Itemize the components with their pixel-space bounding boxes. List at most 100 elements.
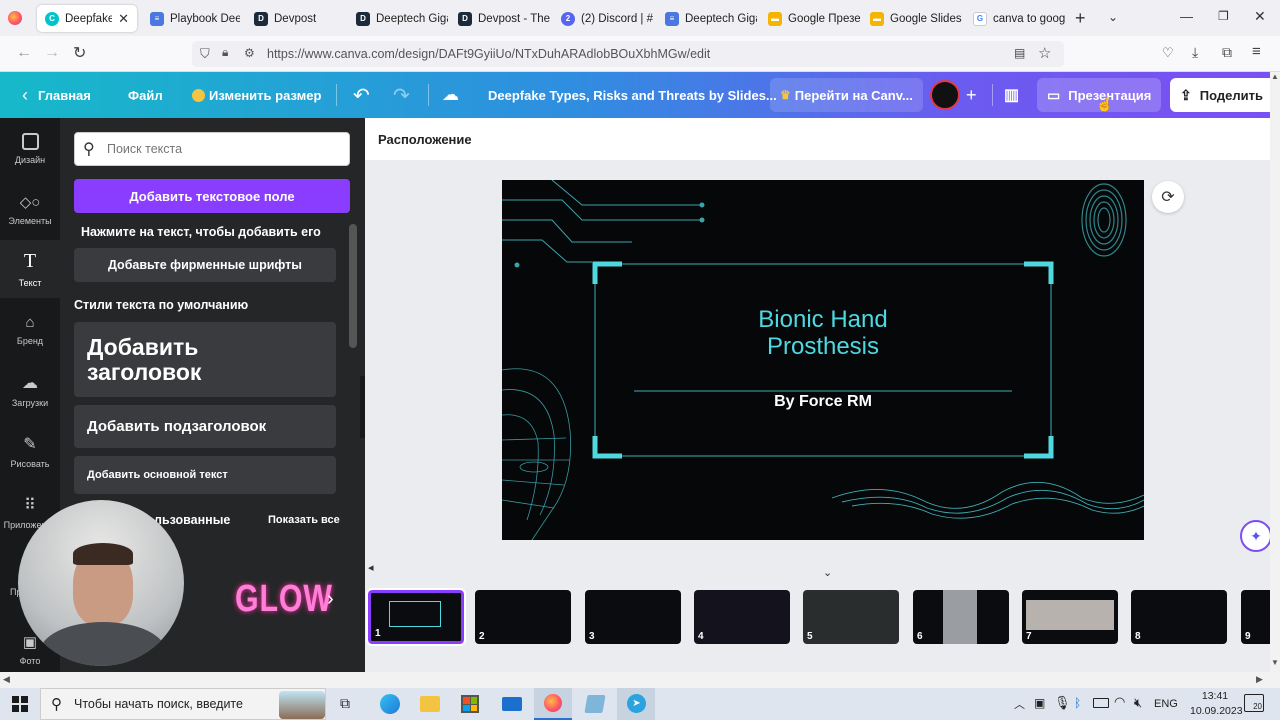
firefox-taskbar-icon[interactable] bbox=[534, 688, 572, 720]
scroll-down-icon[interactable]: ▼ bbox=[1271, 658, 1279, 667]
wifi-icon[interactable]: ◠ bbox=[1114, 694, 1125, 710]
page-thumbnail[interactable]: 1 bbox=[366, 588, 466, 646]
extensions-icon[interactable]: ⧉ bbox=[1222, 44, 1232, 61]
redo-icon[interactable]: ↷ bbox=[393, 72, 410, 118]
page-thumbnail[interactable]: 8 bbox=[1131, 590, 1227, 644]
refresh-design-icon[interactable]: ⟳ bbox=[1152, 181, 1184, 213]
mail-taskbar-icon[interactable] bbox=[502, 697, 522, 711]
firefox-menu-icon[interactable] bbox=[8, 11, 22, 25]
resize-button[interactable]: Изменить размер bbox=[192, 72, 321, 118]
rail-item-text[interactable]: T Текст bbox=[0, 240, 60, 298]
rail-item-draw[interactable]: ✎ Рисовать bbox=[0, 422, 60, 480]
pocket-icon[interactable]: ♡ bbox=[1162, 45, 1174, 61]
add-heading-button[interactable]: Добавить заголовок bbox=[74, 322, 336, 397]
telegram-taskbar-icon[interactable]: ➤ bbox=[617, 688, 655, 720]
brand-fonts-button[interactable]: Добавьте фирменные шрифты bbox=[74, 248, 336, 282]
undo-icon[interactable]: ↶ bbox=[353, 72, 370, 118]
shield-icon[interactable]: ⛉ bbox=[200, 46, 210, 62]
browser-tab[interactable]: D Devpost - The bbox=[450, 5, 550, 32]
task-view-icon[interactable]: ⧉ bbox=[340, 695, 350, 712]
browser-tab[interactable]: ▬ Google Slides bbox=[862, 5, 962, 32]
page-thumbnail[interactable]: 4 bbox=[694, 590, 790, 644]
show-all-link[interactable]: Показать все bbox=[268, 514, 340, 526]
chevron-right-icon[interactable]: › bbox=[327, 588, 334, 611]
tray-app-icon[interactable]: ▣ bbox=[1034, 696, 1045, 710]
page-thumbnail[interactable]: 5 bbox=[803, 590, 899, 644]
restore-window-icon[interactable]: ❐ bbox=[1218, 9, 1229, 23]
browser-tab[interactable]: 2 (2) Discord | # bbox=[553, 5, 653, 32]
document-title[interactable]: Deepfake Types, Risks and Threats by Sli… bbox=[488, 72, 777, 118]
permissions-icon[interactable]: ⚙ bbox=[244, 46, 255, 60]
upgrade-button[interactable]: ♛ Перейти на Canv... bbox=[770, 78, 923, 112]
reload-icon[interactable]: ↻ bbox=[73, 43, 86, 63]
magic-assistant-icon[interactable]: ✦ bbox=[1240, 520, 1272, 552]
page-scrollbar[interactable]: ▲ ▼ bbox=[1270, 72, 1280, 688]
tray-chevron-icon[interactable]: ︿ bbox=[1014, 696, 1025, 712]
browser-tab[interactable]: D Devpost bbox=[246, 5, 344, 32]
scroll-up-icon[interactable]: ▲ bbox=[1271, 72, 1279, 81]
volume-icon[interactable]: 🔇︎ bbox=[1134, 695, 1142, 711]
forward-icon[interactable]: → bbox=[44, 44, 60, 62]
avatar[interactable] bbox=[930, 80, 960, 110]
rail-item-design[interactable]: Дизайн bbox=[0, 120, 60, 178]
notifications-icon[interactable]: 20 bbox=[1244, 694, 1264, 712]
back-icon[interactable]: ← bbox=[16, 44, 32, 62]
glow-text-preset[interactable]: GLOW bbox=[235, 578, 333, 621]
browser-tab[interactable]: D Deeptech Giga bbox=[348, 5, 448, 32]
scroll-left-icon[interactable]: ◀ bbox=[3, 674, 10, 685]
lock-icon[interactable]: 🔒︎ bbox=[222, 45, 228, 60]
page-thumbnail[interactable]: 3 bbox=[585, 590, 681, 644]
explorer-taskbar-icon[interactable] bbox=[420, 696, 440, 712]
taskbar-search[interactable]: ⚲ Чтобы начать поиск, введите bbox=[40, 688, 326, 720]
browser-tab[interactable]: ≡ Playbook Deep bbox=[142, 5, 240, 32]
close-window-icon[interactable]: ✕ bbox=[1254, 8, 1266, 25]
url-text[interactable]: https://www.canva.com/design/DAFt9GyiiUo… bbox=[267, 47, 710, 61]
downloads-icon[interactable]: ⤓ bbox=[1192, 44, 1198, 61]
search-text-field[interactable]: ⚲ bbox=[74, 132, 350, 166]
rail-item-uploads[interactable]: ☁ Загрузки bbox=[0, 361, 60, 419]
page-thumbnail[interactable]: 2 bbox=[475, 590, 571, 644]
position-button[interactable]: Расположение bbox=[378, 132, 472, 147]
collapse-pages-icon[interactable]: ⌄ bbox=[823, 566, 832, 579]
page-thumbnail[interactable]: 6 bbox=[913, 590, 1009, 644]
notepad-taskbar-icon[interactable] bbox=[584, 695, 606, 713]
add-body-button[interactable]: Добавить основной текст bbox=[74, 456, 336, 494]
slide-author[interactable]: By Force RM bbox=[502, 393, 1144, 411]
slide-canvas[interactable]: Bionic Hand Prosthesis By Force RM bbox=[502, 180, 1144, 540]
search-input[interactable] bbox=[107, 139, 337, 159]
rail-item-elements[interactable]: ◇○ Элементы bbox=[0, 180, 60, 238]
add-textbox-button[interactable]: Добавить текстовое поле bbox=[74, 179, 350, 213]
battery-icon[interactable] bbox=[1093, 698, 1109, 708]
scroll-right-icon[interactable]: ▶ bbox=[1256, 674, 1263, 685]
browser-tab[interactable]: Gcanva to googl bbox=[965, 5, 1065, 32]
edge-taskbar-icon[interactable] bbox=[380, 694, 400, 714]
share-button[interactable]: ⇪ Поделить bbox=[1170, 78, 1270, 112]
store-taskbar-icon[interactable] bbox=[461, 695, 479, 713]
thumb-scroll-left-icon[interactable]: ◂ bbox=[368, 561, 374, 574]
reader-view-icon[interactable]: ▤ bbox=[1014, 46, 1025, 60]
page-thumbnail[interactable]: 7 bbox=[1022, 590, 1118, 644]
list-tabs-icon[interactable]: ⌄ bbox=[1108, 10, 1118, 24]
file-menu[interactable]: Файл bbox=[128, 72, 163, 118]
app-menu-icon[interactable]: ≡ bbox=[1252, 43, 1261, 60]
page-thumbnail[interactable]: 9 bbox=[1241, 590, 1270, 644]
add-subheading-button[interactable]: Добавить подзаголовок bbox=[74, 405, 336, 448]
close-tab-icon[interactable]: ✕ bbox=[118, 11, 129, 27]
horizontal-scrollbar[interactable]: ◀ ▶ bbox=[0, 672, 1270, 688]
bookmark-star-icon[interactable]: ☆ bbox=[1038, 44, 1051, 62]
minimize-window-icon[interactable]: — bbox=[1180, 9, 1193, 24]
slide-title[interactable]: Bionic Hand Prosthesis bbox=[502, 306, 1144, 360]
input-language[interactable]: ENG bbox=[1154, 698, 1178, 710]
browser-tab-active[interactable]: C Deepfake Ty ✕ bbox=[37, 5, 137, 32]
windows-start-icon[interactable] bbox=[12, 696, 28, 712]
panel-scrollbar[interactable] bbox=[349, 224, 357, 348]
add-collaborator-icon[interactable]: + bbox=[966, 72, 977, 118]
browser-tab[interactable]: ≡ Deeptech Giga bbox=[657, 5, 757, 32]
clock[interactable]: 13:41 10.09.2023 bbox=[1190, 689, 1243, 719]
new-tab-icon[interactable]: + bbox=[1075, 8, 1086, 29]
analytics-icon[interactable]: ▥ bbox=[1004, 72, 1019, 118]
home-link[interactable]: ‹ Главная bbox=[22, 72, 91, 118]
browser-tab[interactable]: ▬ Google Презе bbox=[760, 5, 860, 32]
cloud-saved-icon[interactable]: ☁ bbox=[442, 72, 459, 118]
rail-item-brand[interactable]: ⌂ Бренд bbox=[0, 301, 60, 359]
